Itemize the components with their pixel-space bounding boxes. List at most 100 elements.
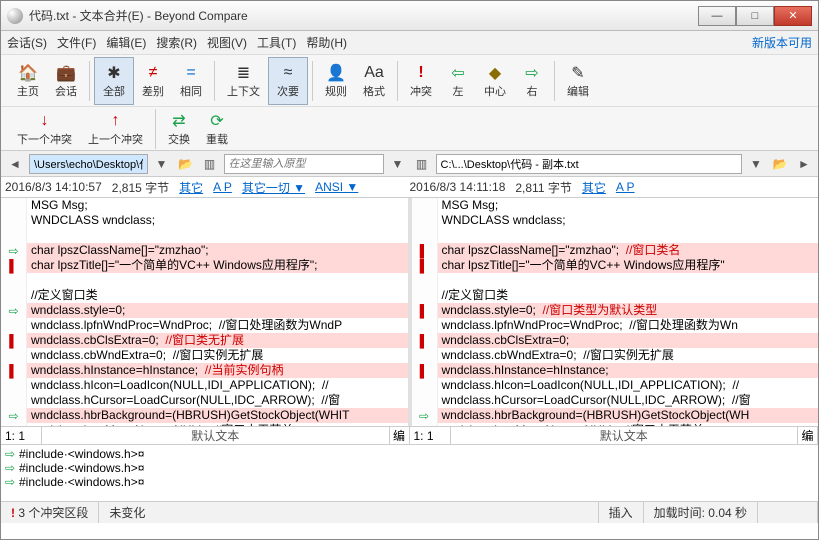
menu-session[interactable]: 会话(S) bbox=[7, 34, 47, 51]
left-pane: ⇨▌⇨▌▌⇨ MSG Msg;WNDCLASS wndclass;char lp… bbox=[1, 198, 408, 426]
nav-fwd-right[interactable]: ► bbox=[794, 154, 814, 174]
prev-conflict-button[interactable]: ↑上一个冲突 bbox=[80, 105, 151, 153]
pencil-icon: ✎ bbox=[571, 63, 584, 83]
referee-icon: 👤 bbox=[326, 63, 346, 83]
left-other[interactable]: 其它 bbox=[179, 179, 203, 196]
left-path-dropdown[interactable]: ▼ bbox=[152, 154, 172, 174]
path-right-group: ▥ ▼ 📂 ► bbox=[412, 154, 815, 174]
titlebar: 代码.txt - 文本合并(E) - Beyond Compare — □ ✕ bbox=[1, 1, 818, 31]
equal-icon: = bbox=[186, 63, 195, 83]
right-code[interactable]: MSG Msg;WNDCLASS wndclass;char lpszClass… bbox=[438, 198, 819, 426]
status-conflicts: ! 3 个冲突区段 bbox=[1, 502, 99, 523]
context-button[interactable]: ≣上下文 bbox=[219, 57, 268, 105]
reload-icon: ⟳ bbox=[210, 111, 223, 131]
minimize-button[interactable]: — bbox=[698, 6, 736, 26]
edit-button[interactable]: ✎编辑 bbox=[559, 57, 597, 105]
format-icon: Aa bbox=[364, 63, 384, 83]
left-gutter: ⇨▌⇨▌▌⇨ bbox=[1, 198, 27, 426]
arrow-down-red-icon: ↓ bbox=[41, 111, 49, 131]
right-other[interactable]: 其它 bbox=[582, 179, 606, 196]
left-edit-ind[interactable]: 编 bbox=[390, 427, 410, 444]
left-default-text: 默认文本 bbox=[41, 427, 390, 444]
briefcase-icon: 💼 bbox=[56, 63, 76, 83]
home-button[interactable]: 🏠主页 bbox=[9, 57, 47, 105]
sessions-button[interactable]: 💼会话 bbox=[47, 57, 85, 105]
status-insert: 插入 bbox=[599, 502, 644, 523]
conflict-button[interactable]: !冲突 bbox=[402, 57, 440, 105]
left-code[interactable]: MSG Msg;WNDCLASS wndclass;char lpszClass… bbox=[27, 198, 408, 426]
left-filter-mode[interactable]: ▥ bbox=[200, 154, 220, 174]
warn-icon: ! bbox=[11, 506, 15, 520]
nav-back-left[interactable]: ◄ bbox=[5, 154, 25, 174]
right-ap[interactable]: A P bbox=[616, 180, 635, 194]
filter-dropdown[interactable]: ▼ bbox=[388, 154, 408, 174]
left-caret-pos: 1: 1 bbox=[1, 429, 41, 443]
menu-file[interactable]: 文件(F) bbox=[57, 34, 96, 51]
right-edit-ind[interactable]: 编 bbox=[798, 427, 818, 444]
path-left-group: ◄ ▼ 📂 ▥ ▼ bbox=[5, 154, 408, 174]
menu-search[interactable]: 搜索(R) bbox=[156, 34, 197, 51]
right-date: 2016/8/3 14:11:18 bbox=[410, 180, 506, 194]
arrow-right-green-icon: ⇨ bbox=[525, 63, 538, 83]
take-left-button[interactable]: ⇦左 bbox=[440, 57, 476, 105]
minor-button[interactable]: ≈次要 bbox=[268, 57, 308, 105]
status-progress bbox=[758, 502, 818, 523]
position-bar: 1: 1 默认文本 编 1: 1 默认文本 编 bbox=[1, 427, 818, 445]
arrow-left-blue-icon: ⇦ bbox=[451, 63, 464, 83]
status-unchanged: 未变化 bbox=[99, 502, 598, 523]
context-icon: ≣ bbox=[237, 63, 250, 83]
right-browse-button[interactable]: 📂 bbox=[770, 154, 790, 174]
right-pane: ▌▌▌▌▌⇨ MSG Msg;WNDCLASS wndclass;char lp… bbox=[412, 198, 819, 426]
new-version-link[interactable]: 新版本可用 bbox=[752, 34, 812, 51]
maximize-button[interactable]: □ bbox=[736, 6, 774, 26]
arrow-up-red-icon: ↑ bbox=[112, 111, 120, 131]
reload-button[interactable]: ⟳重载 bbox=[198, 105, 236, 153]
left-path-input[interactable] bbox=[29, 154, 148, 174]
left-size: 2,815 字节 bbox=[112, 179, 169, 196]
right-gutter: ▌▌▌▌▌⇨ bbox=[412, 198, 438, 426]
status-loadtime: 加载时间: 0.04 秒 bbox=[644, 502, 758, 523]
all-button[interactable]: ✱全部 bbox=[94, 57, 134, 105]
compare-panes: ⇨▌⇨▌▌⇨ MSG Msg;WNDCLASS wndclass;char lp… bbox=[1, 197, 818, 427]
same-button[interactable]: =相同 bbox=[172, 57, 210, 105]
path-bar: ◄ ▼ 📂 ▥ ▼ ▥ ▼ 📂 ► bbox=[1, 151, 818, 177]
swap-button[interactable]: ⇄交换 bbox=[160, 105, 198, 153]
asterisk-icon: ✱ bbox=[107, 63, 120, 83]
prototype-filter-input[interactable] bbox=[224, 154, 384, 174]
menu-edit[interactable]: 编辑(E) bbox=[106, 34, 146, 51]
right-caret-pos: 1: 1 bbox=[410, 429, 450, 443]
menu-help[interactable]: 帮助(H) bbox=[306, 34, 347, 51]
file-info-bar: 2016/8/3 14:10:57 2,815 字节 其它 A P 其它一切 ▼… bbox=[1, 177, 818, 197]
right-filter-mode[interactable]: ▥ bbox=[412, 154, 432, 174]
window-buttons: — □ ✕ bbox=[698, 6, 812, 26]
diff-button[interactable]: ≠差别 bbox=[134, 57, 172, 105]
merged-output[interactable]: ⇨#include·<windows.h>¤⇨#include·<windows… bbox=[1, 445, 818, 501]
rules-button[interactable]: 👤规则 bbox=[317, 57, 355, 105]
right-default-text: 默认文本 bbox=[450, 427, 799, 444]
right-size: 2,811 字节 bbox=[515, 179, 571, 196]
left-ap[interactable]: A P bbox=[213, 180, 232, 194]
format-button[interactable]: Aa格式 bbox=[355, 57, 393, 105]
left-all-other[interactable]: 其它一切 ▼ bbox=[242, 179, 305, 196]
swap-icon: ⇄ bbox=[172, 111, 185, 131]
menu-tools[interactable]: 工具(T) bbox=[257, 34, 296, 51]
right-path-dropdown[interactable]: ▼ bbox=[746, 154, 766, 174]
left-encoding[interactable]: ANSI ▼ bbox=[315, 180, 358, 194]
approx-icon: ≈ bbox=[284, 63, 293, 83]
left-date: 2016/8/3 14:10:57 bbox=[5, 180, 102, 194]
statusbar: ! 3 个冲突区段 未变化 插入 加载时间: 0.04 秒 bbox=[1, 501, 818, 523]
diamond-icon: ◆ bbox=[489, 63, 501, 83]
exclaim-icon: ! bbox=[418, 63, 423, 83]
close-button[interactable]: ✕ bbox=[774, 6, 812, 26]
menu-view[interactable]: 视图(V) bbox=[207, 34, 247, 51]
take-right-button[interactable]: ⇨右 bbox=[514, 57, 550, 105]
right-path-input[interactable] bbox=[436, 154, 743, 174]
main-toolbar: 🏠主页 💼会话 ✱全部 ≠差别 =相同 ≣上下文 ≈次要 👤规则 Aa格式 !冲… bbox=[1, 55, 818, 107]
left-browse-button[interactable]: 📂 bbox=[176, 154, 196, 174]
next-conflict-button[interactable]: ↓下一个冲突 bbox=[9, 105, 80, 153]
menubar: 会话(S) 文件(F) 编辑(E) 搜索(R) 视图(V) 工具(T) 帮助(H… bbox=[1, 31, 818, 55]
notequal-icon: ≠ bbox=[149, 63, 158, 83]
nav-toolbar: ↓下一个冲突 ↑上一个冲突 ⇄交换 ⟳重载 bbox=[1, 107, 818, 151]
take-center-button[interactable]: ◆中心 bbox=[476, 57, 514, 105]
app-icon bbox=[7, 8, 23, 24]
